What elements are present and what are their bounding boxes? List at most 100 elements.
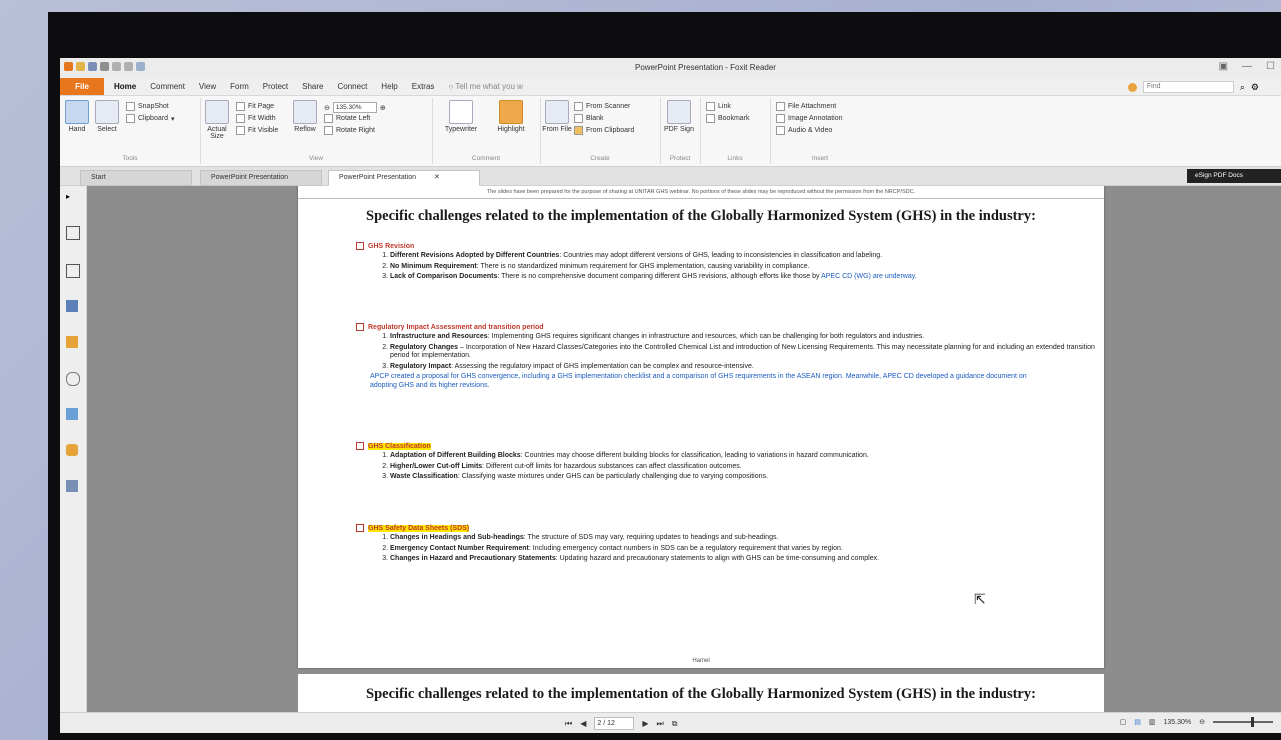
blank-button[interactable]: Blank	[574, 114, 604, 123]
facing-page-icon[interactable]: ▥	[1149, 718, 1156, 726]
pdf-sign-button[interactable]: PDF Sign	[664, 100, 694, 133]
menu-form[interactable]: Form	[230, 82, 249, 91]
fit-width-button[interactable]: Fit Width	[236, 114, 276, 123]
fit-visible-label: Fit Visible	[248, 127, 279, 134]
create-group: From File From Scanner Blank From Clipbo…	[540, 98, 661, 164]
select-button[interactable]: Select	[92, 100, 122, 133]
search-icon[interactable]: ⌕	[1240, 82, 1245, 93]
document-viewport[interactable]: The slides have been prepared for the pu…	[87, 186, 1281, 712]
zoom-out-icon[interactable]: ⊖	[324, 104, 330, 112]
notification-icon[interactable]	[1127, 82, 1137, 92]
attachments-panel-icon[interactable]	[66, 372, 80, 386]
from-scanner-label: From Scanner	[586, 103, 631, 110]
pages-panel-icon[interactable]	[66, 264, 80, 278]
save-icon[interactable]	[88, 62, 97, 71]
next-slide-title: Specific challenges related to the imple…	[366, 686, 1036, 702]
menu-help[interactable]: Help	[381, 82, 397, 91]
redo-icon[interactable]	[124, 62, 133, 71]
from-scanner-button[interactable]: From Scanner	[574, 102, 630, 111]
first-page-icon[interactable]: ⏮	[565, 719, 572, 729]
from-clipboard-icon	[574, 126, 583, 135]
hand-qat-icon[interactable]	[136, 62, 145, 71]
hand-button[interactable]: Hand	[62, 100, 92, 133]
maximize-icon[interactable]: ☐	[1266, 61, 1275, 72]
page-number-input[interactable]: 2 / 12	[594, 717, 635, 730]
menu-comment[interactable]: Comment	[150, 82, 185, 91]
undo-icon[interactable]	[112, 62, 121, 71]
menu-share[interactable]: Share	[302, 82, 323, 91]
file-attachment-button[interactable]: File Attachment	[776, 102, 836, 111]
document-tabs: Start PowerPoint Presentation PowerPoint…	[60, 167, 1281, 186]
zoom-in-icon[interactable]: ⊕	[380, 104, 386, 112]
list-item: No Minimum Requirement: There is no stan…	[390, 263, 917, 272]
close-tab-icon[interactable]: ✕	[434, 174, 440, 181]
typewriter-label: Typewriter	[444, 126, 478, 133]
link-button[interactable]: Link	[706, 102, 731, 111]
image-annotation-button[interactable]: Image Annotation	[776, 114, 843, 123]
settings-icon[interactable]: ⚙	[1251, 82, 1259, 93]
last-page-icon[interactable]: ⏭	[657, 719, 664, 729]
link-label: Link	[718, 103, 731, 110]
item-text: : Different cut-off limits for hazardous…	[482, 462, 742, 470]
expand-panel-icon[interactable]: ▸	[66, 192, 78, 204]
title-bar: PowerPoint Presentation - Foxit Reader ▣…	[60, 58, 1281, 78]
find-input[interactable]: Find	[1142, 81, 1234, 93]
continuous-page-icon[interactable]: ▤	[1134, 718, 1141, 726]
layers-panel-icon[interactable]	[66, 408, 78, 420]
rotate-right-button[interactable]: Rotate Right	[324, 126, 375, 135]
rotate-left-button[interactable]: Rotate Left	[324, 114, 370, 123]
open-icon[interactable]	[76, 62, 85, 71]
tab-powerpoint-1[interactable]: PowerPoint Presentation	[200, 170, 322, 186]
signature-panel-icon[interactable]	[66, 300, 78, 312]
file-tab[interactable]: File	[60, 78, 104, 95]
comments-panel-icon[interactable]	[66, 336, 78, 348]
audio-video-button[interactable]: Audio & Video	[776, 126, 832, 135]
item-term: Adaptation of Different Building Blocks	[390, 452, 521, 459]
zoom-out-status-icon[interactable]: ⊖	[1199, 718, 1205, 726]
zoom-slider-knob[interactable]	[1251, 717, 1254, 727]
copy-view-icon[interactable]: ⧉	[672, 719, 678, 729]
minimize-icon[interactable]: —	[1242, 61, 1252, 72]
menu-view[interactable]: View	[199, 82, 216, 91]
menu-extras[interactable]: Extras	[412, 82, 435, 91]
menu-connect[interactable]: Connect	[338, 82, 368, 91]
bookmark-button[interactable]: Bookmark	[706, 114, 750, 123]
tab-start[interactable]: Start	[80, 170, 192, 186]
fit-visible-button[interactable]: Fit Visible	[236, 126, 278, 135]
section-heading-text: GHS Classification	[368, 442, 431, 450]
item-text: – Incorporation of New Hazard Classes/Ca…	[390, 343, 1095, 360]
typewriter-icon	[449, 100, 473, 124]
fit-page-button[interactable]: Fit Page	[236, 102, 274, 111]
snapshot-icon	[126, 102, 135, 111]
print-icon[interactable]	[100, 62, 109, 71]
esign-badge[interactable]: eSign PDF Docs	[1187, 169, 1281, 183]
item-text: : Updating hazard and precautionary stat…	[555, 555, 880, 562]
menu-protect[interactable]: Protect	[263, 82, 288, 91]
lock-icon[interactable]	[66, 444, 78, 456]
bookmarks-panel-icon[interactable]	[66, 226, 80, 240]
item-term: Waste Classification	[390, 473, 458, 480]
links-group-label: Links	[727, 155, 743, 162]
prev-page-icon[interactable]: ◀	[580, 719, 586, 728]
tab-powerpoint-2[interactable]: PowerPoint Presentation ✕	[328, 170, 480, 186]
highlight-button[interactable]: Highlight	[488, 100, 534, 133]
actual-size-button[interactable]: Actual Size	[202, 100, 232, 140]
zoom-select[interactable]: 135.30%	[332, 102, 377, 113]
item-text: : Countries may choose different buildin…	[520, 452, 869, 459]
tell-me-search[interactable]: ○ Tell me what you w	[448, 82, 523, 91]
zoom-slider[interactable]	[1213, 717, 1273, 727]
from-clipboard-button[interactable]: From Clipboard	[574, 126, 634, 135]
next-page-icon[interactable]: ▶	[642, 719, 648, 728]
reflow-button[interactable]: Reflow	[290, 100, 320, 133]
file-attachment-label: File Attachment	[788, 103, 837, 110]
section-heading: GHS Safety Data Sheets (SDS)	[356, 524, 879, 532]
menu-items: Home Comment View Form Protect Share Con…	[114, 82, 523, 91]
restore-ribbon-icon[interactable]: ▣	[1219, 61, 1228, 72]
sign-pen-icon[interactable]	[66, 480, 78, 492]
snapshot-button[interactable]: SnapShot	[126, 102, 169, 111]
clipboard-button[interactable]: Clipboard ▾	[126, 114, 174, 123]
from-file-button[interactable]: From File	[542, 100, 572, 133]
typewriter-button[interactable]: Typewriter	[438, 100, 484, 133]
single-page-icon[interactable]: ▢	[1120, 718, 1127, 726]
menu-home[interactable]: Home	[114, 82, 136, 91]
